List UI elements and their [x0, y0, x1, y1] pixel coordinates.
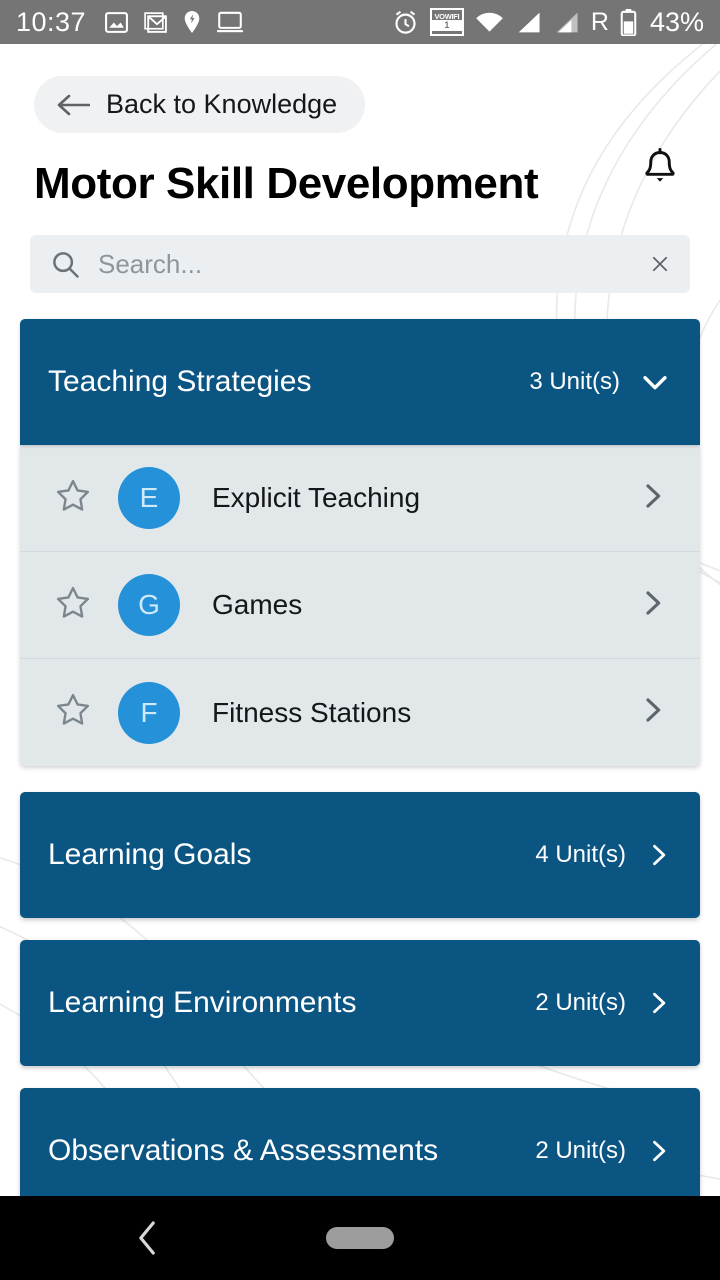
status-left-icons: [104, 10, 244, 35]
chevron-right-icon: [646, 590, 661, 615]
unit-row[interactable]: G Games: [20, 552, 700, 659]
accordion-group-title: Learning Goals: [48, 838, 252, 871]
unit-chevron[interactable]: [636, 587, 676, 624]
android-navigation-bar: [0, 1196, 720, 1280]
cast-screen-icon: [217, 11, 244, 32]
page-header: Back to Knowledge Motor Skill Developmen…: [0, 44, 720, 209]
chevron-down-icon: [643, 376, 667, 390]
accordion-group-header[interactable]: Learning Goals 4 Unit(s): [20, 792, 700, 918]
signal-bars-icon: [518, 12, 540, 32]
search-icon: [53, 252, 79, 278]
unit-row[interactable]: E Explicit Teaching: [20, 445, 700, 552]
accordion-group: Learning Goals 4 Unit(s): [20, 792, 700, 918]
chevron-right-icon: [646, 483, 661, 508]
vowifi-icon: VOWIFI 1: [429, 8, 464, 36]
alarm-icon: [395, 10, 416, 34]
status-time: 10:37: [16, 6, 87, 37]
accordion-group: Teaching Strategies 3 Unit(s) E Explicit Te…: [20, 319, 700, 766]
favorite-star-button[interactable]: [54, 584, 92, 627]
signal-bars-2-icon: [556, 12, 578, 32]
accordion-group-title: Observations & Assessments: [48, 1134, 439, 1167]
nav-back-icon[interactable]: [136, 1221, 160, 1255]
back-button-label: Back to Knowledge: [106, 89, 338, 119]
status-right-icons: VOWIFI 1 R 43%: [392, 7, 704, 38]
avatar: G: [118, 574, 180, 636]
unit-chevron[interactable]: [636, 480, 676, 517]
search-bar[interactable]: [30, 235, 690, 293]
accordion-group-title: Teaching Strategies: [48, 365, 312, 398]
location-pin-icon: [184, 10, 200, 33]
arrow-left-icon: [57, 94, 90, 115]
photos-icon: [105, 11, 129, 33]
bell-icon[interactable]: [640, 147, 680, 195]
favorite-star-button[interactable]: [54, 691, 92, 734]
accordion-toggle-icon[interactable]: [644, 841, 672, 869]
accordion-group-body: E Explicit Teaching G Games F Fitness Station…: [20, 445, 700, 766]
avatar: E: [118, 467, 180, 529]
unit-title: Games: [212, 589, 303, 620]
accordion-group-title: Learning Environments: [48, 986, 357, 1019]
star-outline-icon[interactable]: [54, 477, 92, 515]
accordion-group-count: 4 Unit(s): [535, 841, 626, 868]
unit-row[interactable]: F Fitness Stations: [20, 659, 700, 766]
chevron-right-icon: [653, 1140, 666, 1162]
chevron-right-icon: [646, 698, 661, 722]
accordion-toggle-icon[interactable]: [644, 1137, 672, 1165]
star-outline-icon[interactable]: [54, 691, 92, 729]
battery-icon: [620, 8, 637, 36]
accordion-toggle-icon[interactable]: [638, 365, 672, 399]
knowledge-accordion: Teaching Strategies 3 Unit(s) E Explicit Te…: [20, 319, 700, 1196]
accordion-group: Learning Environments 2 Unit(s): [20, 940, 700, 1066]
favorite-star-button[interactable]: [54, 477, 92, 520]
chevron-right-icon: [653, 992, 666, 1014]
accordion-toggle-icon[interactable]: [644, 989, 672, 1017]
accordion-group: Observations & Assessments 2 Unit(s): [20, 1088, 700, 1196]
app-screen: Back to Knowledge Motor Skill Developmen…: [0, 44, 720, 1196]
star-outline-icon[interactable]: [54, 584, 92, 622]
back-to-knowledge-button[interactable]: Back to Knowledge: [34, 76, 366, 133]
close-icon[interactable]: [640, 249, 670, 279]
search-input[interactable]: [98, 248, 640, 280]
unit-chevron[interactable]: [636, 694, 676, 731]
accordion-group-count: 2 Unit(s): [535, 1137, 626, 1164]
status-bar: 10:37 VOWIFI 1 R 43%: [0, 0, 720, 44]
vowifi-sub: 1: [431, 20, 462, 32]
chevron-right-icon: [653, 844, 666, 866]
unit-title: Fitness Stations: [212, 696, 412, 728]
vowifi-label: VOWIFI: [434, 11, 460, 21]
battery-percent: 43%: [649, 6, 704, 37]
page-content: Back to Knowledge Motor Skill Developmen…: [0, 44, 720, 1196]
accordion-group-header[interactable]: Learning Environments 2 Unit(s): [20, 940, 700, 1066]
unit-title: Explicit Teaching: [212, 482, 421, 513]
avatar: F: [118, 681, 180, 744]
accordion-group-header[interactable]: Teaching Strategies 3 Unit(s): [20, 319, 700, 445]
gmail-icon: [144, 11, 167, 33]
wifi-icon: [476, 12, 503, 32]
accordion-group-header[interactable]: Observations & Assessments 2 Unit(s): [20, 1088, 700, 1196]
accordion-group-count: 3 Unit(s): [529, 368, 620, 395]
accordion-group-count: 2 Unit(s): [535, 989, 626, 1016]
nav-home-pill[interactable]: [326, 1227, 394, 1249]
roaming-icon: R: [590, 7, 609, 36]
page-title: Motor Skill Development: [34, 159, 539, 208]
